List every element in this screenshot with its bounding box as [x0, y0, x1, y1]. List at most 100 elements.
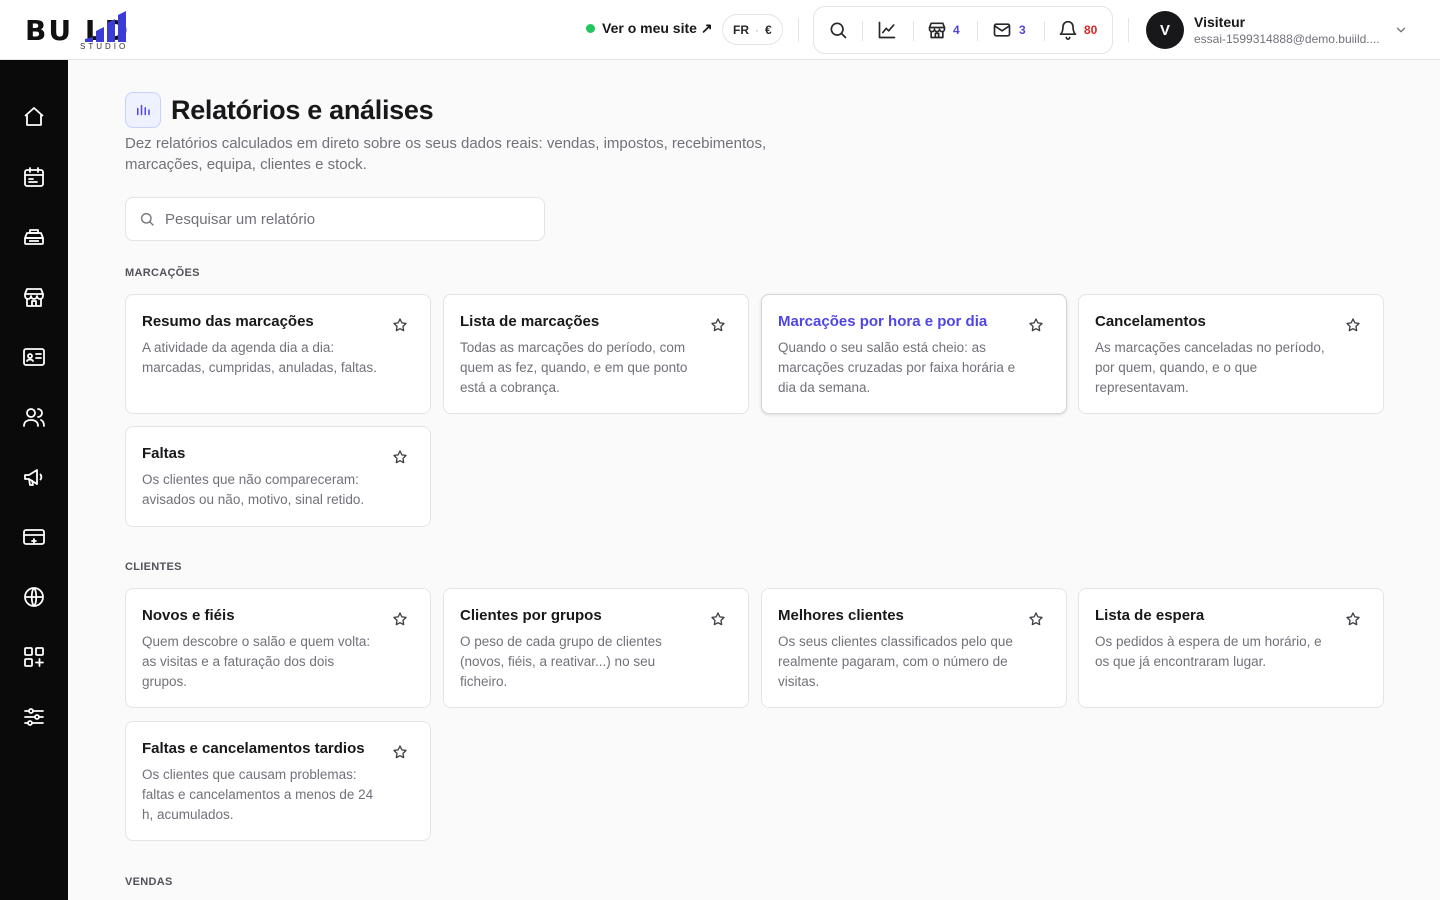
chart-line-icon	[878, 21, 896, 39]
sidebar-item-store[interactable]	[22, 285, 46, 309]
page-title: Relatórios e análises	[171, 94, 434, 125]
register-icon	[24, 229, 44, 245]
messages-button[interactable]: 3	[991, 20, 1026, 40]
tool-divider	[913, 21, 914, 41]
sidebar-item-apps[interactable]	[22, 645, 46, 669]
report-card[interactable]: Melhores clientes Os seus clientes class…	[761, 588, 1067, 708]
sidebar	[0, 60, 68, 900]
globe-icon	[24, 587, 44, 607]
apps-icon	[24, 647, 44, 667]
card-title: Marcações por hora e por dia	[778, 313, 988, 330]
card-description: Os clientes que não compareceram: avisad…	[142, 472, 365, 507]
id-card-icon	[23, 348, 45, 366]
page-header: Relatórios e análises	[125, 92, 434, 128]
sidebar-item-register[interactable]	[22, 225, 46, 249]
card-title: Melhores clientes	[778, 607, 904, 624]
sidebar-item-home[interactable]	[22, 105, 46, 129]
store-count: 4	[953, 23, 960, 37]
status-dot	[586, 24, 595, 33]
logo-bars-icon	[85, 11, 126, 42]
sidebar-item-website[interactable]	[22, 585, 46, 609]
logo[interactable]: BU LD STUDIO	[25, 9, 185, 51]
analytics-button[interactable]	[877, 20, 897, 40]
search-button[interactable]	[828, 20, 848, 40]
store-button[interactable]: 4	[927, 20, 960, 40]
header-divider	[798, 18, 799, 42]
mail-icon	[993, 23, 1011, 37]
tool-divider	[1044, 21, 1045, 41]
sidebar-item-contacts[interactable]	[22, 345, 46, 369]
card-description: O peso de cada grupo de clientes (novos,…	[460, 634, 662, 689]
star-icon[interactable]	[710, 611, 726, 627]
logo-subtitle: STUDIO	[80, 42, 129, 51]
report-card[interactable]: Lista de espera Os pedidos à espera de u…	[1078, 588, 1384, 708]
card-title: Lista de marcações	[460, 313, 600, 330]
card-description: Os clientes que causam problemas: faltas…	[142, 767, 374, 822]
page-description: Dez relatórios calculados em direto sobr…	[125, 135, 767, 173]
star-icon[interactable]	[1345, 317, 1361, 333]
star-icon[interactable]	[392, 317, 408, 333]
star-icon[interactable]	[392, 449, 408, 465]
card-description: Os seus clientes classificados pelo que …	[778, 634, 1013, 689]
sidebar-item-clients[interactable]	[22, 405, 46, 429]
payment-card-icon	[23, 529, 45, 545]
sliders-icon	[24, 708, 44, 726]
report-card[interactable]: Cancelamentos As marcações canceladas no…	[1078, 294, 1384, 414]
sidebar-item-marketing[interactable]	[22, 465, 46, 489]
star-icon[interactable]	[1345, 611, 1361, 627]
currency-label: €	[765, 22, 772, 37]
report-card[interactable]: Clientes por grupos O peso de cada grupo…	[443, 588, 749, 708]
card-description: As marcações canceladas no período, por …	[1095, 340, 1325, 395]
header-toolbox: 4 3 80	[813, 6, 1113, 54]
home-icon	[24, 107, 44, 126]
section-label-marcacoes: MARCAÇÕES	[125, 267, 200, 279]
star-icon[interactable]	[392, 744, 408, 760]
view-site-link[interactable]: Ver o meu site ↗	[586, 20, 713, 37]
header-divider	[1128, 18, 1129, 42]
card-title: Cancelamentos	[1095, 313, 1206, 330]
tool-divider	[862, 21, 863, 41]
section-label-vendas: VENDAS	[125, 876, 173, 888]
messages-count: 3	[1019, 23, 1026, 37]
star-icon[interactable]	[1028, 611, 1044, 627]
report-card[interactable]: Novos e fiéis Quem descobre o salão e qu…	[125, 588, 431, 708]
report-card[interactable]: Faltas e cancelamentos tardios Os client…	[125, 721, 431, 841]
report-card[interactable]: Faltas Os clientes que não compareceram:…	[125, 426, 431, 527]
tool-divider	[977, 21, 978, 41]
calendar-icon	[24, 167, 44, 187]
avatar: V	[1146, 11, 1184, 49]
notifications-count: 80	[1084, 23, 1098, 37]
view-site-label: Ver o meu site ↗	[602, 20, 713, 36]
report-card[interactable]: Marcações por hora e por dia Quando o se…	[761, 294, 1067, 414]
language-label: FR	[733, 22, 749, 37]
star-icon[interactable]	[392, 611, 408, 627]
card-title: Faltas e cancelamentos tardios	[142, 740, 365, 757]
card-description: Os pedidos à espera de um horário, e os …	[1095, 634, 1322, 669]
user-info: Visiteur essai-1599314888@demo.buiild...…	[1194, 14, 1386, 46]
star-icon[interactable]	[1028, 317, 1044, 333]
search-box	[125, 197, 545, 241]
report-card[interactable]: Lista de marcações Todas as marcações do…	[443, 294, 749, 414]
sidebar-item-calendar[interactable]	[22, 165, 46, 189]
card-title: Resumo das marcações	[142, 313, 314, 330]
sidebar-item-settings[interactable]	[22, 705, 46, 729]
store-icon	[928, 22, 946, 39]
user-menu[interactable]: V Visiteur essai-1599314888@demo.buiild.…	[1146, 11, 1386, 49]
chevron-down-icon[interactable]	[1394, 23, 1408, 37]
card-title: Faltas	[142, 445, 186, 462]
language-currency-switch[interactable]: FR · €	[722, 14, 783, 45]
card-description: Quem descobre o salão e quem volta: as v…	[142, 634, 371, 689]
sidebar-item-payments[interactable]	[22, 525, 46, 549]
top-bar: BU LD STUDIO Ver o meu site ↗ FR · € 4 3…	[0, 0, 1440, 60]
card-description: A atividade da agenda dia a dia: marcada…	[142, 340, 377, 375]
notifications-button[interactable]: 80	[1058, 20, 1097, 40]
search-input[interactable]	[165, 210, 525, 228]
search-icon	[141, 213, 154, 226]
search-icon	[830, 22, 847, 39]
section-label-clientes: CLIENTES	[125, 561, 182, 573]
users-icon	[23, 408, 45, 427]
bell-icon	[1059, 20, 1077, 40]
user-email: essai-1599314888@demo.buiild....	[1194, 32, 1380, 46]
report-card[interactable]: Resumo das marcações A atividade da agen…	[125, 294, 431, 414]
star-icon[interactable]	[710, 317, 726, 333]
